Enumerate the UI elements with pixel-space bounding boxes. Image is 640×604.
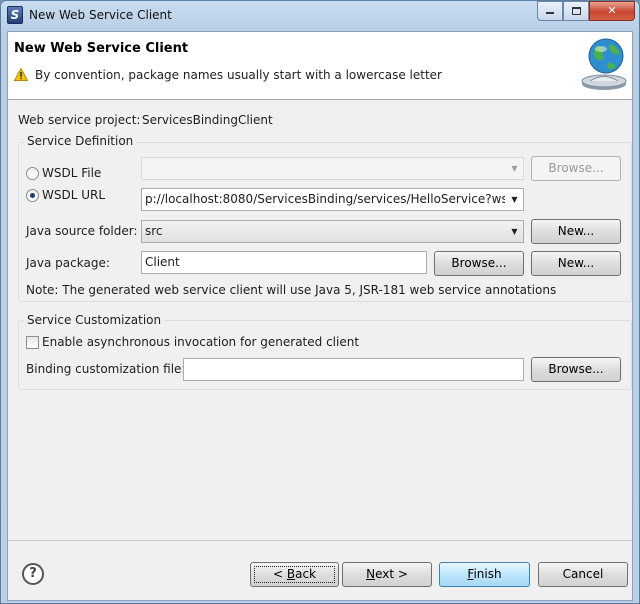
async-invocation-label: Enable asynchronous invocation for gener… — [42, 335, 360, 349]
wsdl-file-browse-button[interactable]: Browse... — [531, 156, 621, 181]
wizard-banner: New Web Service Client By convention, pa… — [8, 32, 632, 100]
java-package-browse-button[interactable]: Browse... — [434, 251, 524, 276]
next-label-mnemonic: N — [366, 567, 376, 581]
java-package-input[interactable]: Client — [141, 251, 427, 274]
java-source-folder-combo[interactable]: src ▼ — [141, 220, 524, 243]
service-definition-note: Note: The generated web service client w… — [26, 283, 557, 297]
wsdl-url-combo[interactable]: p://localhost:8080/ServicesBinding/servi… — [141, 188, 524, 211]
java-source-folder-value: src — [145, 224, 163, 238]
back-button[interactable]: < Back — [250, 562, 339, 587]
window-title: New Web Service Client — [29, 8, 172, 22]
binding-file-browse-button[interactable]: Browse... — [531, 357, 621, 382]
service-definition-title: Service Definition — [24, 134, 137, 148]
wsdl-url-label: WSDL URL — [42, 188, 106, 202]
wsdl-url-value: p://localhost:8080/ServicesBinding/servi… — [145, 192, 505, 206]
back-label-mnemonic: B — [286, 567, 296, 581]
wsdl-file-combo[interactable]: ▼ — [141, 157, 524, 180]
footer-separator — [8, 540, 632, 541]
wizard-title: New Web Service Client — [14, 41, 189, 56]
minimize-button[interactable] — [537, 1, 563, 21]
close-button[interactable]: ✕ — [589, 1, 635, 21]
maximize-icon — [571, 7, 581, 15]
java-package-new-button[interactable]: New... — [531, 251, 621, 276]
close-icon: ✕ — [607, 4, 617, 17]
java-source-folder-new-button[interactable]: New... — [531, 219, 621, 244]
next-label-rest: ext > — [375, 567, 408, 581]
back-label-rest: ack — [295, 567, 316, 581]
next-button[interactable]: Next > — [342, 562, 432, 587]
help-icon[interactable]: ? — [22, 563, 44, 585]
wizard-message: By convention, package names usually sta… — [35, 68, 442, 82]
finish-label-rest: inish — [473, 567, 502, 581]
back-label-prefix: < — [272, 567, 287, 581]
wsdl-file-label: WSDL File — [42, 166, 102, 180]
wsdl-file-radio[interactable] — [26, 167, 39, 180]
warning-icon — [14, 68, 28, 81]
app-icon: S — [7, 6, 23, 24]
project-value: ServicesBindingClient — [142, 113, 273, 127]
service-customization-title: Service Customization — [24, 313, 165, 327]
chevron-down-icon: ▼ — [511, 164, 518, 173]
dialog-client-area: New Web Service Client By convention, pa… — [7, 31, 633, 601]
binding-file-input[interactable] — [183, 358, 524, 381]
chevron-down-icon: ▼ — [511, 227, 518, 236]
globe-icon — [581, 38, 627, 90]
dialog-window: S New Web Service Client ✕ New Web Servi… — [0, 0, 640, 604]
cancel-button[interactable]: Cancel — [538, 562, 628, 587]
wsdl-url-radio[interactable] — [26, 189, 39, 202]
finish-button[interactable]: Finish — [439, 562, 530, 587]
minimize-icon — [546, 12, 554, 14]
java-source-folder-label: Java source folder: — [26, 224, 138, 238]
async-invocation-checkbox[interactable] — [26, 336, 39, 349]
binding-file-label: Binding customization file: — [26, 362, 186, 376]
maximize-button[interactable] — [563, 1, 589, 21]
java-package-label: Java package: — [26, 256, 110, 270]
project-label: Web service project: — [18, 113, 141, 127]
chevron-down-icon: ▼ — [511, 195, 518, 204]
title-bar[interactable]: S New Web Service Client ✕ — [1, 1, 639, 31]
